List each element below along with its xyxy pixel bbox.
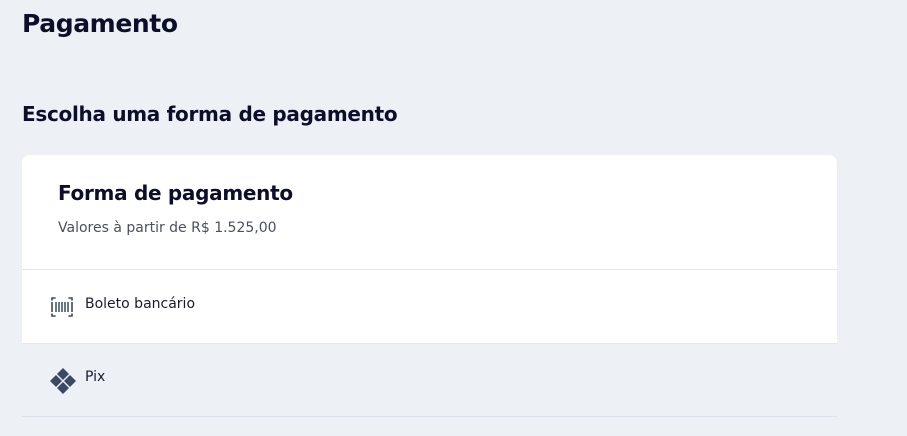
card-subtitle: Valores à partir de R$ 1.525,00 [58, 220, 277, 236]
boleto-label: Boleto bancário [85, 296, 196, 312]
payment-option-boleto[interactable]: Boleto bancário [22, 270, 837, 343]
payment-option-pix[interactable]: Pix [22, 343, 837, 417]
pix-icon [49, 367, 76, 394]
page-title: Pagamento [22, 9, 178, 38]
pix-label: Pix [85, 369, 106, 385]
section-title: Escolha uma forma de pagamento [22, 102, 398, 126]
card-header: Forma de pagamento Valores à partir de R… [22, 155, 837, 270]
card-title: Forma de pagamento [58, 181, 293, 205]
barcode-icon [49, 294, 75, 320]
payment-method-card: Forma de pagamento Valores à partir de R… [22, 155, 837, 343]
